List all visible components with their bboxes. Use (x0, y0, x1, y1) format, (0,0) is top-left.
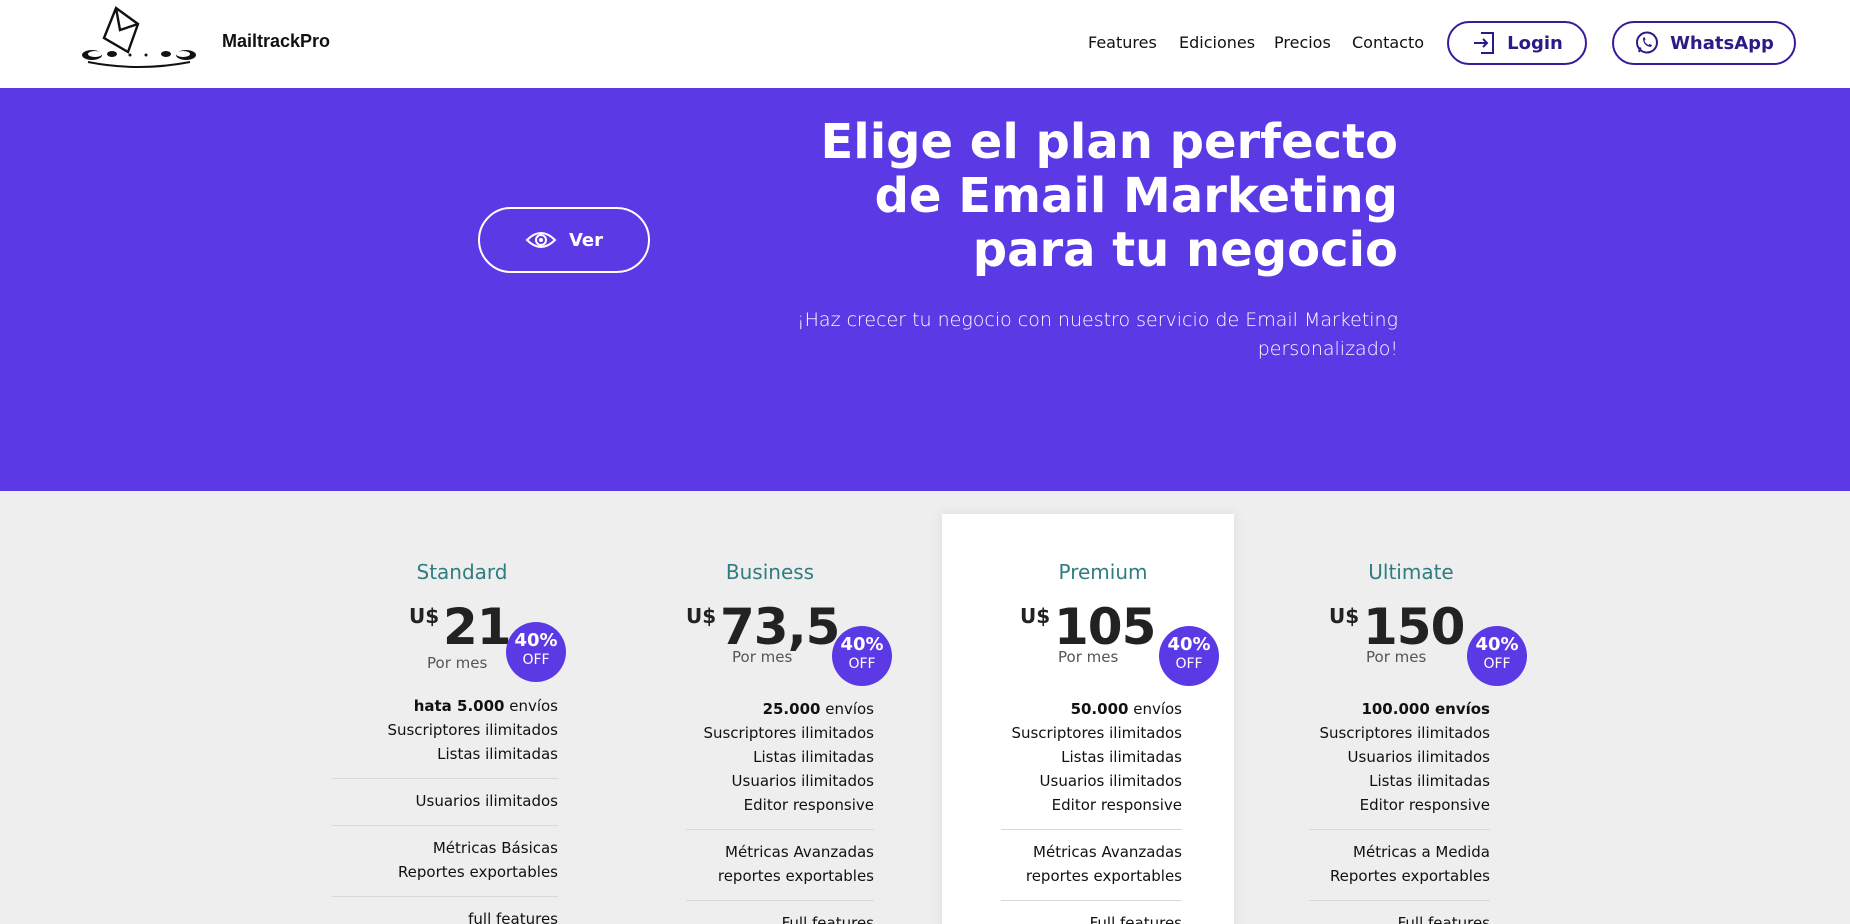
feature-item: full features (468, 910, 558, 924)
feature-item: Full features (1397, 914, 1490, 924)
envelope-logo-icon (82, 6, 196, 68)
feature-item: reportes exportables (1025, 867, 1182, 885)
nav-link-contacto[interactable]: Contacto (1352, 33, 1424, 52)
plan-features: 100.000 envíos Suscriptores ilimitados U… (1309, 697, 1490, 924)
feature-item: Listas ilimitadas (753, 748, 874, 766)
brand-logo[interactable] (80, 4, 198, 70)
whatsapp-label: WhatsApp (1670, 32, 1774, 54)
feature-item: 50.000 envíos (1070, 700, 1182, 718)
price-period: Por mes (732, 648, 793, 666)
hero-title-line: Elige el plan perfecto (820, 114, 1398, 170)
hero-title-line: para tu negocio (972, 222, 1398, 278)
plan-name: Ultimate (1368, 560, 1454, 584)
login-icon (1474, 32, 1495, 54)
plan-features: 25.000 envíos Suscriptores ilimitados Li… (686, 697, 874, 924)
plan-name: Standard (416, 560, 508, 584)
nav-link-features[interactable]: Features (1088, 33, 1157, 52)
whatsapp-button[interactable]: WhatsApp (1612, 21, 1796, 65)
discount-badge: 40% OFF (832, 626, 892, 686)
feature-item: hata 5.000 envíos (413, 697, 558, 715)
feature-item: Suscriptores ilimitados (387, 721, 558, 739)
feature-item: Suscriptores ilimitados (1319, 724, 1490, 742)
nav-link-precios[interactable]: Precios (1274, 33, 1331, 52)
plan-name: Premium (1058, 560, 1148, 584)
discount-percent: 40% (1475, 634, 1519, 655)
discount-off: OFF (522, 652, 550, 668)
plan-features: hata 5.000 envíos Suscriptores ilimitado… (332, 694, 558, 924)
price-amount: 21 (443, 598, 512, 656)
discount-badge: 40% OFF (506, 622, 566, 682)
price-currency: U$ (1329, 604, 1360, 628)
price-period: Por mes (1058, 648, 1119, 666)
feature-divider (332, 778, 558, 779)
hero-section: Ver Elige el plan perfecto de Email Mark… (0, 88, 1850, 491)
feature-item: 100.000 envíos (1361, 700, 1490, 718)
feature-item: Métricas a Medida (1353, 843, 1490, 861)
feature-divider (1001, 829, 1182, 830)
feature-item: Usuarios ilimitados (1039, 772, 1182, 790)
nav-link-ediciones[interactable]: Ediciones (1179, 33, 1255, 52)
feature-item: Listas ilimitadas (437, 745, 558, 763)
feature-item: Métricas Avanzadas (725, 843, 874, 861)
feature-item: Reportes exportables (1329, 867, 1490, 885)
login-button[interactable]: Login (1447, 21, 1587, 65)
eye-icon (525, 232, 557, 248)
discount-percent: 40% (840, 634, 884, 655)
feature-divider (1001, 900, 1182, 901)
feature-item: Editor responsive (1051, 796, 1182, 814)
discount-badge: 40% OFF (1159, 626, 1219, 686)
feature-item: Listas ilimitadas (1369, 772, 1490, 790)
price-currency: U$ (1020, 604, 1051, 628)
feature-divider (332, 825, 558, 826)
feature-item: Editor responsive (743, 796, 874, 814)
hero-subtitle-line: personalizado! (1257, 338, 1398, 360)
brand-name[interactable]: MailtrackPro (222, 31, 330, 52)
feature-divider (1309, 900, 1490, 901)
feature-item: Suscriptores ilimitados (1011, 724, 1182, 742)
feature-item: Métricas Básicas (432, 839, 558, 857)
feature-item: Full features (781, 914, 874, 924)
discount-off: OFF (1175, 656, 1203, 672)
feature-divider (1309, 829, 1490, 830)
feature-item: Usuarios ilimitados (731, 772, 874, 790)
plan-price: U$ 150 Por mes 40% OFF (1281, 598, 1541, 686)
plan-name: Business (725, 560, 815, 584)
feature-item: Suscriptores ilimitados (703, 724, 874, 742)
price-period: Por mes (427, 654, 488, 672)
discount-badge: 40% OFF (1467, 626, 1527, 686)
price-period: Por mes (1366, 648, 1427, 666)
feature-item: Métricas Avanzadas (1033, 843, 1182, 861)
discount-percent: 40% (514, 630, 558, 651)
login-label: Login (1507, 32, 1563, 54)
feature-divider (332, 896, 558, 897)
hero-title: Elige el plan perfecto de Email Marketin… (598, 115, 1398, 277)
feature-item: reportes exportables (717, 867, 874, 885)
discount-off: OFF (1483, 656, 1511, 672)
plan-price: U$ 21 Por mes 40% OFF (332, 598, 592, 682)
feature-item: 25.000 envíos (762, 700, 874, 718)
feature-item: Full features (1089, 914, 1182, 924)
feature-item: Editor responsive (1359, 796, 1490, 814)
feature-item: Usuarios ilimitados (415, 792, 558, 810)
discount-percent: 40% (1167, 634, 1211, 655)
plan-features: 50.000 envíos Suscriptores ilimitados Li… (1001, 697, 1182, 924)
price-currency: U$ (686, 604, 717, 628)
discount-off: OFF (848, 656, 876, 672)
whatsapp-icon (1636, 31, 1659, 54)
feature-divider (686, 829, 874, 830)
hero-title-line: de Email Marketing (874, 168, 1398, 224)
plan-price: U$ 105 Por mes 40% OFF (973, 598, 1233, 686)
feature-divider (686, 900, 874, 901)
feature-item: Listas ilimitadas (1061, 748, 1182, 766)
feature-item: Usuarios ilimitados (1347, 748, 1490, 766)
hero-subtitle-line: ¡Haz crecer tu negocio con nuestro servi… (797, 309, 1398, 331)
plan-price: U$ 73,5 Por mes 40% OFF (640, 598, 900, 686)
price-currency: U$ (409, 604, 440, 628)
hero-subtitle: ¡Haz crecer tu negocio con nuestro servi… (638, 306, 1398, 364)
top-navbar: MailtrackPro Features Ediciones Precios … (0, 0, 1850, 88)
feature-item: Reportes exportables (397, 863, 558, 881)
